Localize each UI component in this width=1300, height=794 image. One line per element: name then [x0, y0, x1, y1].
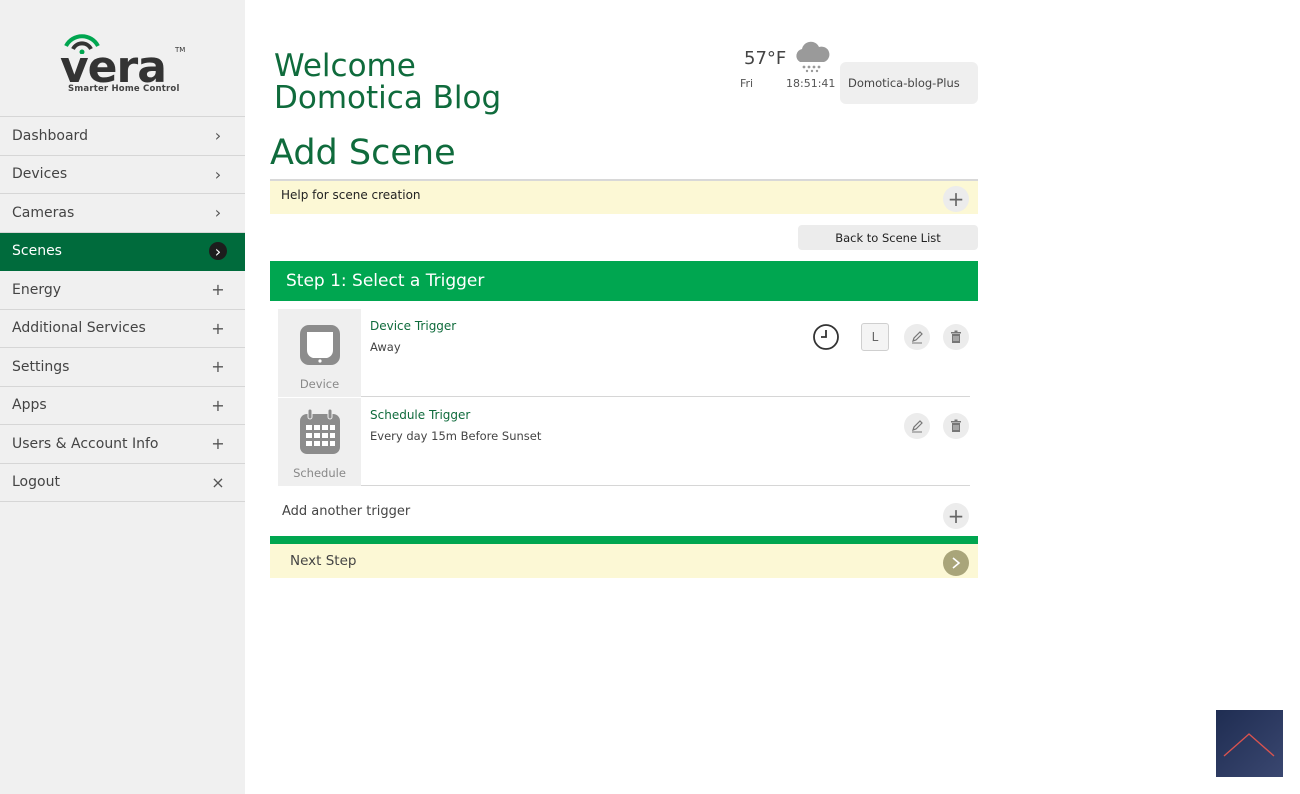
sidebar-item-label: Cameras [12, 204, 75, 221]
page-title: Add Scene [270, 133, 456, 173]
sidebar-item-label: Apps [12, 397, 47, 414]
plus-icon: + [211, 357, 225, 377]
trigger-type-label: Device [299, 377, 340, 391]
logo-trademark: TM [175, 46, 186, 54]
close-icon: × [211, 472, 225, 492]
cloud-rain-icon [792, 40, 832, 78]
sidebar-item-label: Settings [12, 358, 70, 375]
edit-button[interactable] [904, 324, 930, 350]
weather-temperature: 57°F [744, 48, 787, 69]
delete-button[interactable] [943, 413, 969, 439]
next-step-bar[interactable]: Next Step [270, 536, 978, 578]
sidebar-item-dashboard[interactable]: Dashboard › [0, 117, 245, 156]
next-step-button[interactable] [943, 550, 969, 576]
trigger-row: Device Device Trigger Away L [278, 309, 970, 397]
welcome-heading: Welcome Domotica Blog [274, 48, 502, 116]
expand-help-button[interactable]: + [943, 186, 969, 212]
chevron-right-icon: › [214, 164, 222, 184]
clock-icon[interactable] [812, 323, 840, 351]
l-button[interactable]: L [861, 323, 889, 351]
sidebar-item-label: Energy [12, 281, 62, 298]
sidebar-item-apps[interactable]: Apps + [0, 387, 245, 425]
sidebar-nav: Dashboard › Devices › Cameras › Scenes ›… [0, 116, 245, 502]
trigger-title: Schedule Trigger [370, 408, 471, 422]
account-name-box[interactable]: Domotica-blog-Plus [840, 62, 978, 104]
sidebar-item-settings[interactable]: Settings + [0, 348, 245, 387]
next-step-label: Next Step [290, 553, 357, 569]
trigger-title: Device Trigger [370, 319, 457, 333]
sidebar-item-label: Users & Account Info [12, 435, 159, 452]
plus-icon: + [211, 434, 225, 454]
add-another-trigger-label: Add another trigger [282, 504, 411, 519]
trigger-type-box: Device [278, 309, 361, 397]
weather-day: Fri [740, 77, 754, 90]
trash-icon [951, 419, 961, 432]
sidebar-item-label: Devices [12, 166, 68, 183]
step-header: Step 1: Select a Trigger [270, 261, 978, 301]
trigger-row: Schedule Schedule Trigger Every day 15m … [278, 398, 970, 486]
chevron-right-icon: › [209, 242, 227, 261]
chevron-right-icon [952, 557, 961, 569]
back-to-scene-list-button[interactable]: Back to Scene List [798, 225, 978, 250]
pencil-icon [912, 420, 923, 433]
weather-time: 18:51:41 [786, 77, 836, 90]
trigger-type-label: Schedule [293, 466, 346, 480]
chevron-up-icon [1223, 733, 1275, 757]
sidebar: vera TM Smarter Home Control Dashboard ›… [0, 0, 245, 794]
sidebar-item-label: Scenes [12, 243, 62, 260]
sidebar-item-energy[interactable]: Energy + [0, 271, 245, 310]
sidebar-item-cameras[interactable]: Cameras › [0, 194, 245, 233]
help-label: Help for scene creation [281, 188, 421, 202]
trigger-type-box: Schedule [278, 398, 361, 486]
edit-button[interactable] [904, 413, 930, 439]
sidebar-item-devices[interactable]: Devices › [0, 156, 245, 194]
logo-tagline: Smarter Home Control [68, 84, 180, 94]
trigger-subtitle: Every day 15m Before Sunset [370, 429, 542, 443]
trigger-subtitle: Away [370, 340, 401, 354]
calendar-icon [300, 408, 340, 454]
sidebar-item-label: Additional Services [12, 320, 146, 337]
sidebar-item-users-account[interactable]: Users & Account Info + [0, 425, 245, 464]
sidebar-item-label: Logout [12, 474, 60, 491]
chevron-right-icon: › [214, 203, 222, 223]
plus-icon: + [211, 318, 225, 338]
add-trigger-button[interactable]: + [943, 503, 969, 529]
chevron-right-icon: › [214, 126, 222, 146]
pencil-icon [912, 331, 923, 344]
delete-button[interactable] [943, 324, 969, 350]
plus-icon: + [211, 280, 225, 300]
vera-logo[interactable]: vera TM Smarter Home Control [58, 30, 188, 100]
sidebar-item-label: Dashboard [12, 127, 88, 144]
trash-icon [951, 330, 961, 343]
sidebar-item-additional-services[interactable]: Additional Services + [0, 310, 245, 348]
sidebar-item-logout[interactable]: Logout × [0, 464, 245, 502]
help-panel[interactable]: Help for scene creation + [270, 179, 978, 214]
scroll-to-top-button[interactable] [1216, 710, 1283, 777]
device-icon [300, 325, 340, 365]
sidebar-item-scenes[interactable]: Scenes › [0, 232, 245, 271]
plus-icon: + [211, 395, 225, 415]
